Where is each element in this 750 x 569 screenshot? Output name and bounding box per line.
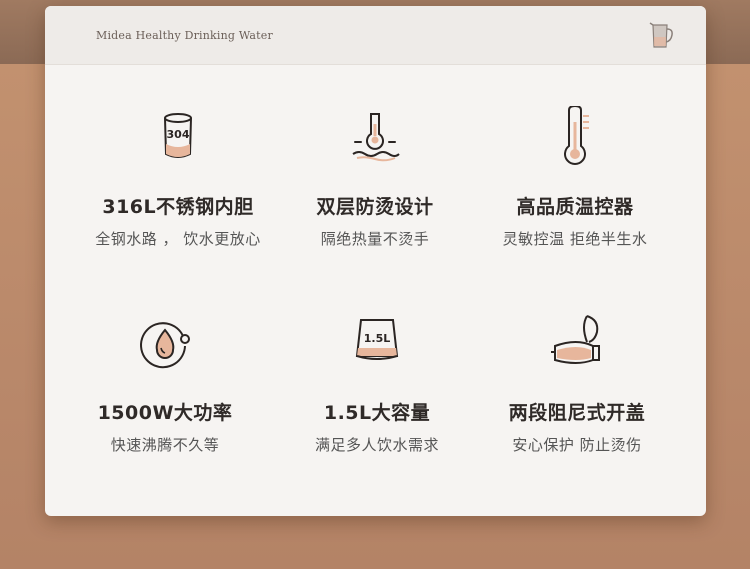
feature-title: 双层防烫设计: [316, 196, 434, 218]
feature-title: 1.5L大容量: [323, 402, 431, 424]
lid-open-icon: [551, 315, 600, 364]
feature-1500w: 1500W大功率 快速沸腾不久等: [65, 312, 265, 455]
thermometer-icon: [564, 106, 589, 165]
kettle-icon: [649, 22, 673, 48]
feature-316l-liner: 304 316L不锈钢内胆 全钢水路 ， 饮水更放心: [78, 106, 278, 249]
capacity-icon: 1.5L: [355, 319, 399, 360]
feature-subtitle: 安心保护 防止烫伤: [512, 436, 642, 454]
feature-subtitle: 灵敏控温 拒绝半生水: [502, 230, 648, 248]
feature-title: 316L不锈钢内胆: [102, 196, 254, 218]
feature-subtitle: 快速沸腾不久等: [110, 436, 220, 454]
badge-1-5l: 1.5L: [364, 332, 391, 345]
feature-subtitle: 满足多人饮水需求: [314, 436, 439, 454]
feature-card: Midea Healthy Drinking Water 304 316L不锈钢…: [45, 6, 706, 516]
feature-title: 两段阻尼式开盖: [508, 402, 646, 424]
feature-capacity: 1.5L 1.5L大容量 满足多人饮水需求: [277, 312, 477, 455]
feature-thermostat: 高品质温控器 灵敏控温 拒绝半生水: [475, 106, 675, 249]
feature-title: 1500W大功率: [97, 402, 233, 424]
feature-subtitle: 隔绝热量不烫手: [320, 230, 430, 248]
power-drop-icon: [140, 322, 190, 369]
feature-subtitle: 全钢水路 ， 饮水更放心: [95, 230, 261, 248]
feature-anti-scald: 双层防烫设计 隔绝热量不烫手: [275, 106, 475, 249]
brand-text: Midea Healthy Drinking Water: [96, 29, 273, 42]
badge-304: 304: [167, 128, 190, 141]
feature-title: 高品质温控器: [516, 196, 634, 218]
304-cup-icon: 304: [164, 113, 192, 158]
card-header: Midea Healthy Drinking Water: [45, 6, 706, 65]
anti-scald-icon: [352, 113, 400, 162]
feature-damped-lid: 两段阻尼式开盖 安心保护 防止烫伤: [477, 312, 677, 455]
